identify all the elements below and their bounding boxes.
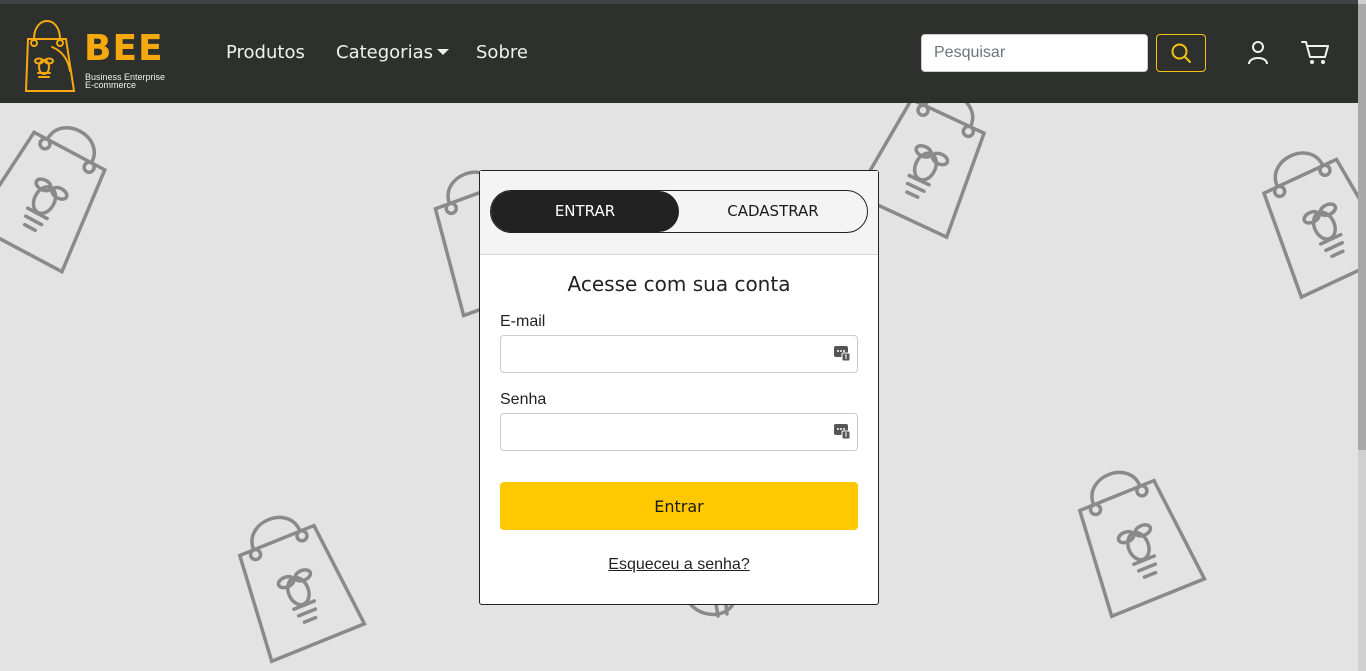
- brand-name: BEE: [84, 28, 164, 69]
- email-label: E-mail: [500, 313, 546, 330]
- brand-logo[interactable]: BEE Business Enterprise E-commerce: [22, 15, 182, 95]
- password-manager-icon[interactable]: [834, 423, 850, 439]
- forgot-password-link[interactable]: Esqueceu a senha?: [480, 556, 878, 574]
- bag-decoration-icon: [237, 515, 367, 664]
- navbar: BEE Business Enterprise E-commerce Produ…: [0, 4, 1358, 103]
- login-card: ENTRAR CADASTRAR Acesse com sua conta E-…: [479, 170, 879, 605]
- cart-icon[interactable]: [1301, 40, 1329, 66]
- brand-tagline: Business Enterprise E-commerce: [85, 73, 185, 90]
- brand-tagline-line2: E-commerce: [85, 80, 137, 90]
- page-scrollbar[interactable]: [1358, 0, 1366, 671]
- login-submit-button[interactable]: Entrar: [500, 482, 858, 530]
- search-input[interactable]: [921, 34, 1148, 72]
- password-label: Senha: [500, 391, 547, 408]
- bag-decoration-icon: [0, 126, 107, 275]
- email-field[interactable]: [500, 335, 858, 373]
- nav-link-categorias[interactable]: Categorias: [336, 42, 449, 63]
- scrollbar-thumb[interactable]: [1358, 4, 1366, 450]
- auth-tab-toggle: ENTRAR CADASTRAR: [490, 190, 868, 233]
- login-title: Acesse com sua conta: [567, 272, 791, 296]
- nav-link-sobre[interactable]: Sobre: [476, 42, 528, 63]
- bag-decoration-icon: [1261, 151, 1358, 300]
- bag-decoration-icon: [1077, 470, 1207, 619]
- user-icon[interactable]: [1247, 40, 1269, 66]
- nav-link-produtos[interactable]: Produtos: [226, 42, 305, 63]
- password-manager-icon[interactable]: [834, 345, 850, 361]
- tab-entrar[interactable]: ENTRAR: [491, 191, 679, 232]
- search-icon: [1171, 43, 1191, 63]
- nav-link-categorias-label: Categorias: [336, 42, 433, 63]
- password-field[interactable]: [500, 413, 858, 451]
- card-header: ENTRAR CADASTRAR: [480, 171, 878, 255]
- caret-down-icon: [436, 49, 449, 55]
- tab-cadastrar[interactable]: CADASTRAR: [679, 191, 867, 232]
- search-button[interactable]: [1156, 34, 1206, 72]
- bag-logo-icon: [24, 20, 76, 92]
